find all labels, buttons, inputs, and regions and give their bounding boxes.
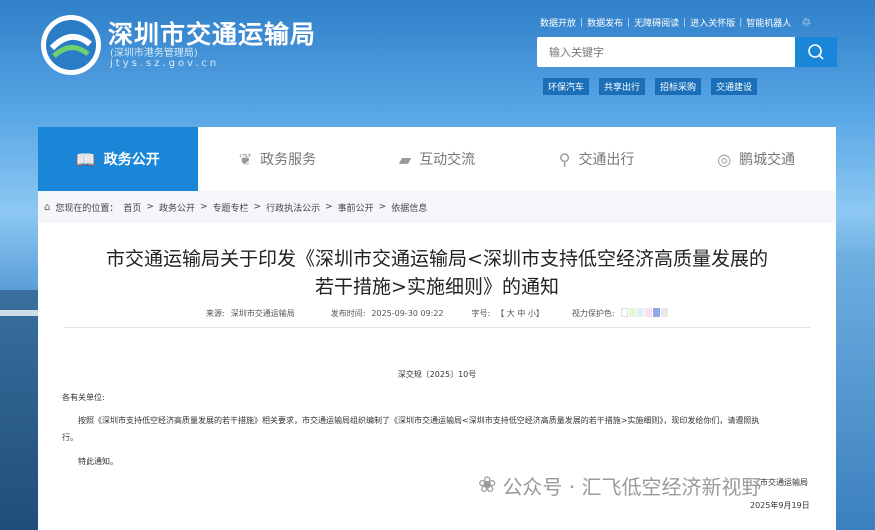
body-line-2: 行。 (62, 433, 78, 442)
search-box (537, 37, 837, 67)
swatch-green[interactable] (628, 308, 636, 317)
breadcrumb-prior[interactable]: 事前公开 (338, 201, 374, 214)
nav-item-interaction[interactable]: ▰ 互动交流 (357, 127, 517, 191)
article-source: 深圳市交通运输局 (230, 309, 295, 318)
top-links: 数据开放 | 数据发布 | 无障碍阅读 | 进入关怀版 | 智能机器人 ♲ (540, 16, 811, 29)
breadcrumb-gov-open[interactable]: 政务公开 (159, 201, 195, 214)
body-line-1: 按照《深圳市支持低空经济高质量发展的若干措施》相关要求，市交通运输局组织编制了《… (78, 416, 760, 425)
separator: | (627, 17, 631, 28)
swatch-pink[interactable] (644, 308, 652, 317)
signature: 市交通运输局 (760, 478, 808, 487)
handshake-icon: ❦ (238, 149, 253, 169)
robot-icon[interactable]: ♲ (801, 16, 811, 29)
swatch-purple[interactable] (652, 308, 660, 317)
divider (64, 327, 810, 328)
swatch-gray[interactable] (660, 308, 668, 317)
top-link-open-data[interactable]: 数据开放 (540, 16, 576, 29)
search-button[interactable] (795, 37, 837, 67)
nav-item-pengcheng[interactable]: ◎ 鹏城交通 (676, 127, 836, 191)
watermark: ❀ 公众号 · 汇飞低空经济新视野 (478, 473, 762, 499)
tag-eco-car[interactable]: 环保汽车 (543, 78, 590, 95)
site-subtitle: (深圳市港务管理局) (110, 48, 198, 59)
search-icon (808, 44, 824, 60)
quick-tags: 环保汽车 共享出行 招标采购 交通建设 (543, 78, 758, 95)
article-meta: 来源: 深圳市交通运输局 发布时间: 2025-09-30 09:22 字号: … (206, 308, 669, 319)
sign-date: 2025年9月19日 (750, 501, 810, 510)
site-logo[interactable] (40, 14, 102, 76)
breadcrumb-basis[interactable]: 依据信息 (391, 201, 427, 214)
top-link-data-release[interactable]: 数据发布 (587, 16, 623, 29)
wechat-icon: ❀ (478, 473, 497, 498)
top-link-care-mode[interactable]: 进入关怀版 (690, 16, 735, 29)
article-title: 市交通运输局关于印发《深圳市交通运输局<深圳市支持低空经济高质量发展的 若干措施… (106, 248, 768, 298)
font-size-switch[interactable]: 【 大 中 小】 (496, 308, 544, 319)
breadcrumb-enforcement[interactable]: 行政执法公示 (266, 201, 320, 214)
book-icon: 📖 (75, 149, 96, 169)
chat-icon: ▰ (398, 149, 412, 169)
nav-item-travel[interactable]: ⚲ 交通出行 (517, 127, 677, 191)
top-link-accessibility[interactable]: 无障碍阅读 (634, 16, 679, 29)
doc-number: 深交规〔2025〕10号 (397, 370, 477, 379)
breadcrumb: ⌂ 您现在的位置： 首页 > 政务公开 > 专题专栏 > 行政执法公示 > 事前… (38, 191, 836, 223)
article-content: 市交通运输局关于印发《深圳市交通运输局<深圳市支持低空经济高质量发展的 若干措施… (38, 223, 836, 530)
nav-item-gov-open[interactable]: 📖 政务公开 (38, 127, 198, 191)
tag-bidding[interactable]: 招标采购 (655, 78, 702, 95)
search-input[interactable] (537, 37, 787, 67)
separator: | (739, 17, 743, 28)
closing: 特此通知。 (78, 457, 118, 466)
separator: | (683, 17, 687, 28)
swatch-blue[interactable] (636, 308, 644, 317)
tag-shared-travel[interactable]: 共享出行 (599, 78, 646, 95)
nav-item-gov-service[interactable]: ❦ 政务服务 (198, 127, 358, 191)
site-header: 深圳市交通运输局 (深圳市港务管理局) jtys.sz.gov.cn 数据开放 … (0, 0, 875, 127)
breadcrumb-special[interactable]: 专题专栏 (213, 201, 249, 214)
site-url: jtys.sz.gov.cn (110, 58, 220, 69)
swirl-icon: ◎ (717, 149, 732, 169)
main-nav: 📖 政务公开 ❦ 政务服务 ▰ 互动交流 ⚲ 交通出行 ◎ 鹏城交通 (38, 127, 836, 191)
top-link-robot[interactable]: 智能机器人 (746, 16, 791, 29)
breadcrumb-prefix: 您现在的位置： (55, 203, 119, 214)
home-icon: ⌂ (44, 201, 51, 213)
swatch-white[interactable] (620, 308, 628, 317)
breadcrumb-home[interactable]: 首页 (123, 201, 141, 214)
map-person-icon: ⚲ (558, 149, 571, 169)
article-date: 2025-09-30 09:22 (371, 309, 444, 318)
eye-protect-swatches (620, 308, 669, 319)
salutation: 各有关单位: (62, 393, 105, 402)
separator: | (580, 17, 584, 28)
tag-construction[interactable]: 交通建设 (711, 78, 758, 95)
background-scenery (835, 250, 875, 530)
